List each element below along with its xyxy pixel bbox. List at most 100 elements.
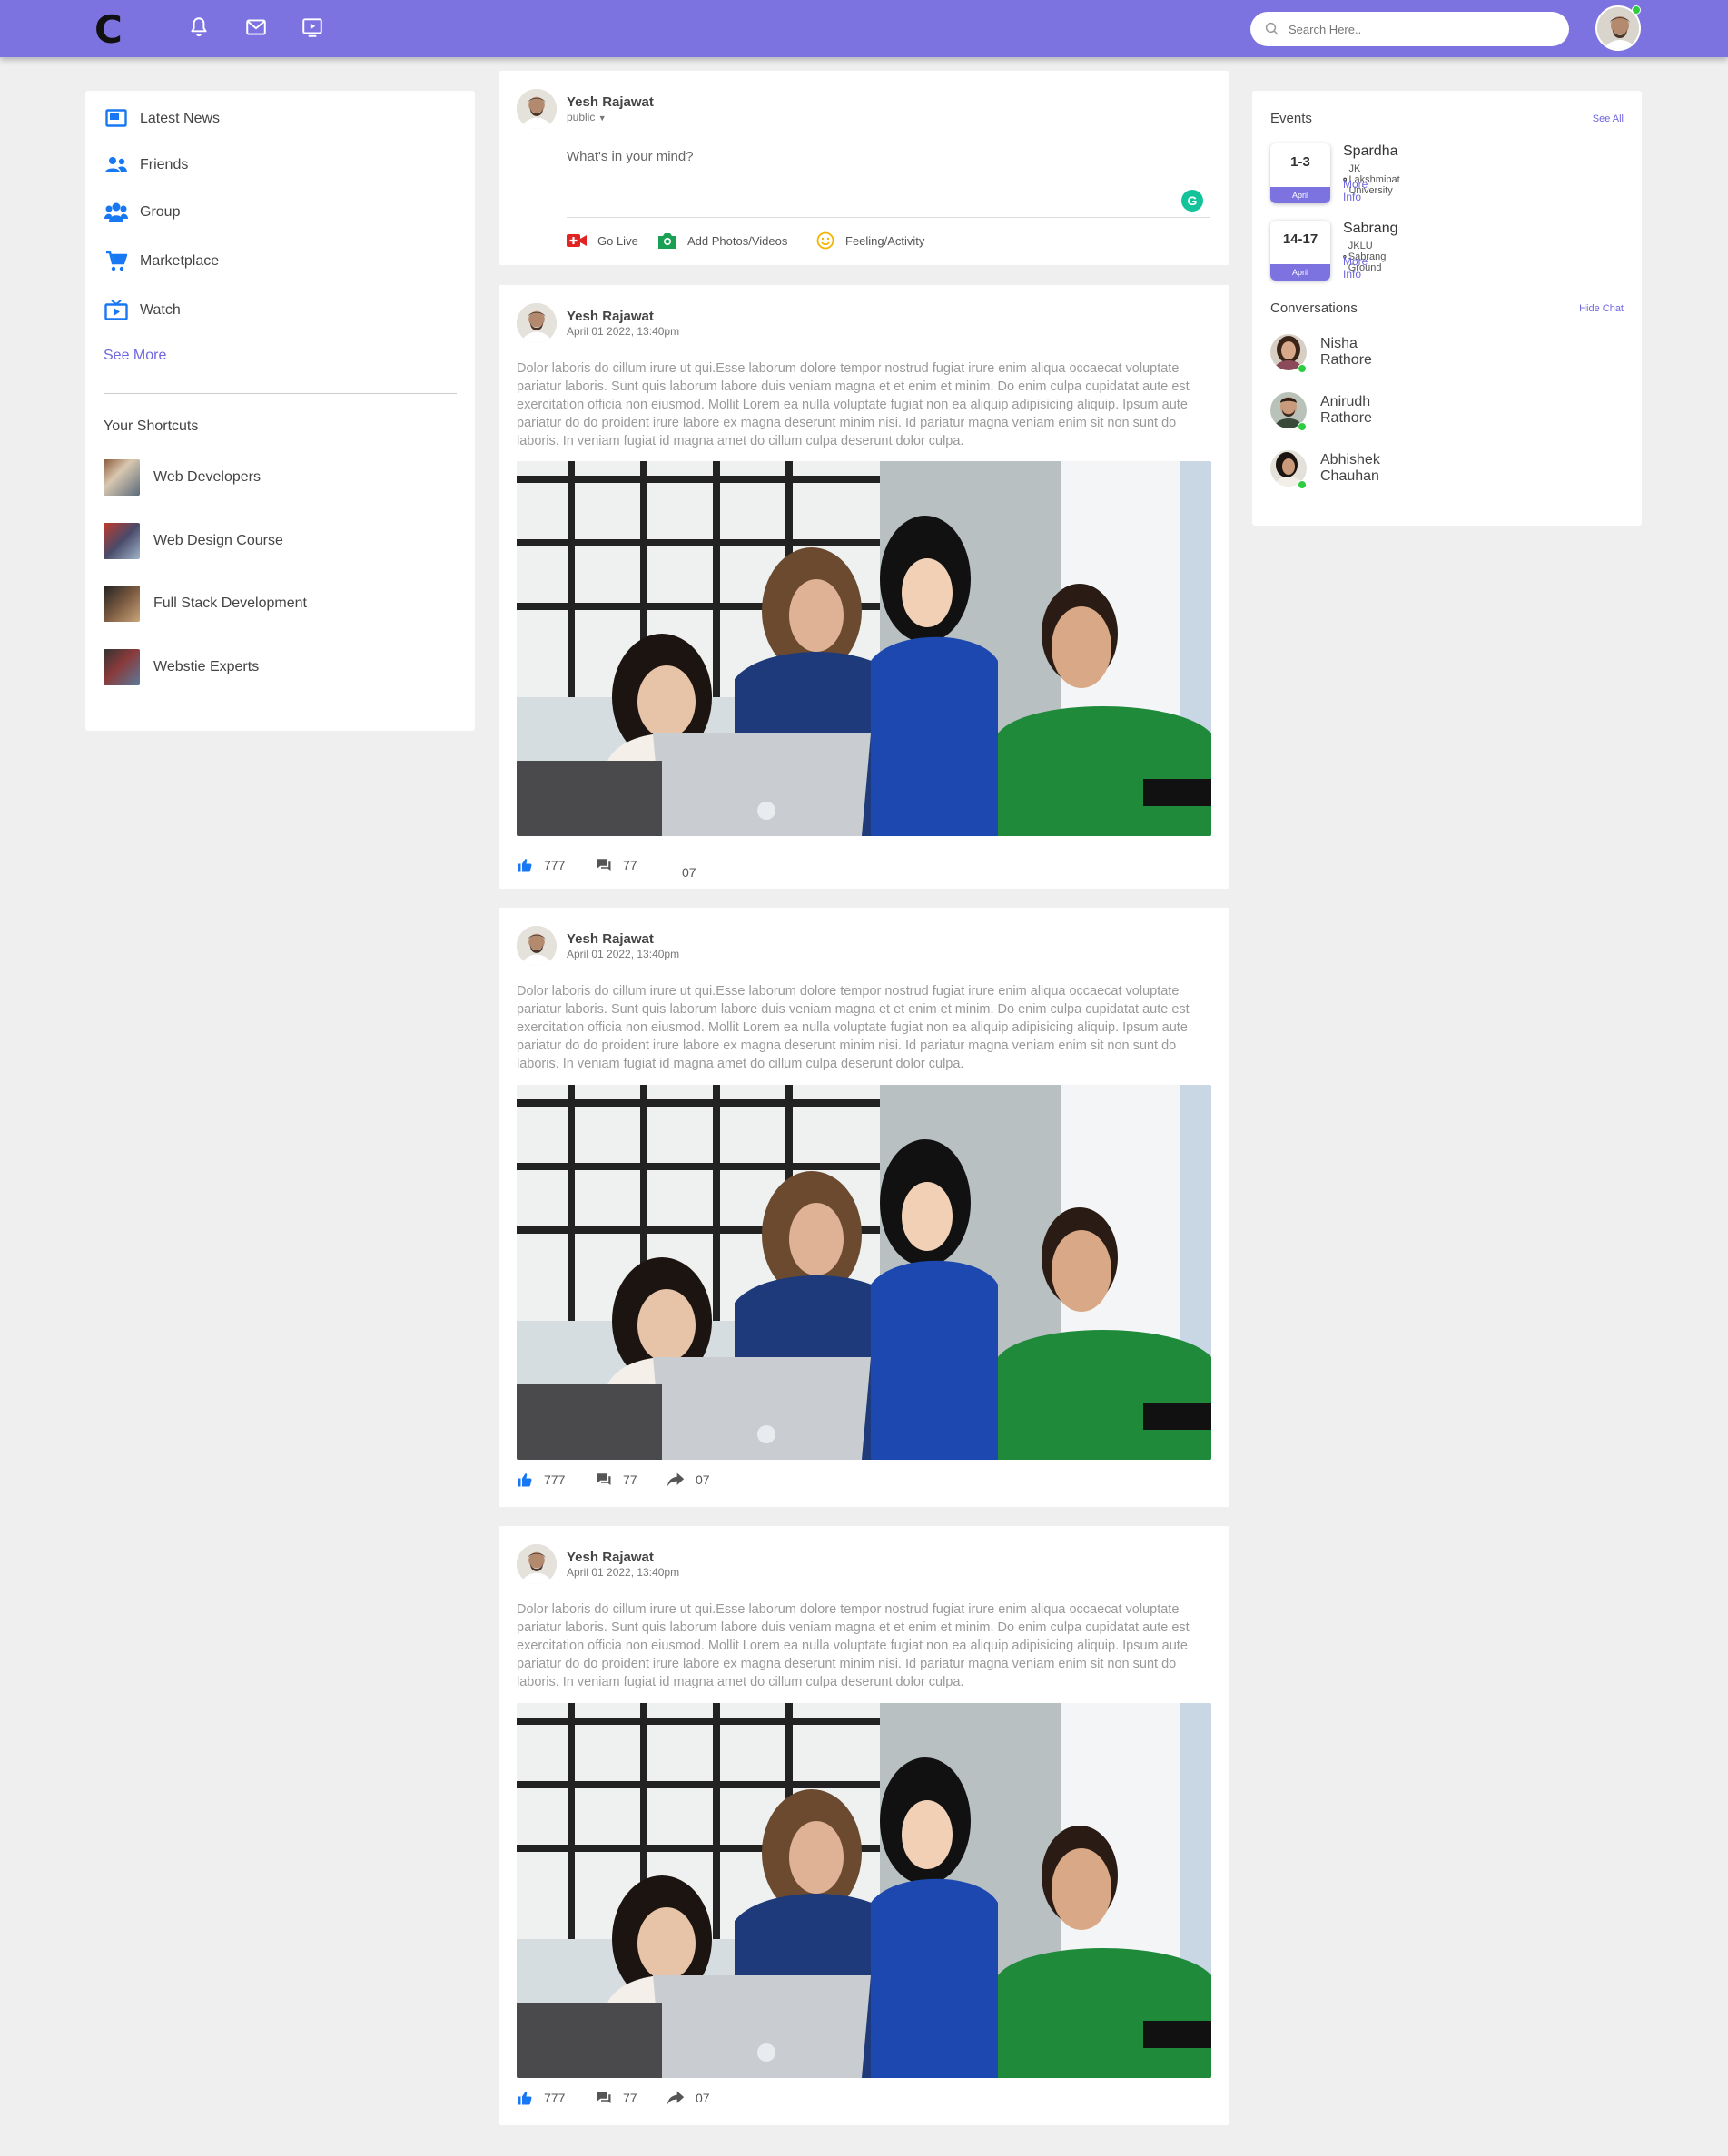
post-author[interactable]: Yesh Rajawat bbox=[567, 309, 654, 324]
shortcut-thumbnail bbox=[104, 523, 140, 559]
shortcut-thumbnail bbox=[104, 649, 140, 685]
feeling-activity-button[interactable]: Feeling/Activity bbox=[816, 231, 924, 251]
post-reactions: 777 77 07 bbox=[517, 1470, 1211, 1490]
online-status-dot bbox=[1632, 5, 1641, 15]
news-icon bbox=[104, 106, 129, 132]
share-count: 07 bbox=[696, 2091, 710, 2105]
thumbs-up-icon bbox=[518, 2092, 532, 2105]
share-button[interactable]: 07 bbox=[667, 2088, 710, 2108]
avatar[interactable] bbox=[517, 1544, 557, 1584]
shortcut-web-developers[interactable]: Web Developers bbox=[104, 458, 261, 497]
post-photo[interactable] bbox=[517, 461, 1211, 836]
bell-icon[interactable] bbox=[186, 15, 212, 39]
like-count: 777 bbox=[544, 2091, 566, 2105]
caret-down-icon: ▼ bbox=[597, 113, 607, 123]
like-button[interactable]: 777 bbox=[517, 1470, 565, 1490]
sidebar-item-latest-news[interactable]: Latest News bbox=[104, 103, 220, 134]
user-name[interactable]: Yesh Rajawat bbox=[567, 94, 654, 110]
action-label: Add Photos/Videos bbox=[687, 233, 788, 248]
share-button[interactable]: 07 bbox=[671, 862, 696, 882]
search-bar[interactable] bbox=[1250, 12, 1569, 46]
sidebar-item-label: Marketplace bbox=[140, 253, 220, 269]
post-card: Yesh Rajawat April 01 2022, 13:40pm Dolo… bbox=[499, 285, 1229, 889]
shortcut-label: Full Stack Development bbox=[153, 596, 307, 611]
avatar[interactable] bbox=[517, 89, 557, 129]
sidebar-item-marketplace[interactable]: Marketplace bbox=[104, 246, 219, 277]
add-photos-button[interactable]: Add Photos/Videos bbox=[658, 231, 787, 251]
see-more-link[interactable]: See More bbox=[104, 348, 166, 364]
shortcut-webstie-experts[interactable]: Webstie Experts bbox=[104, 648, 259, 686]
post-photo[interactable] bbox=[517, 1703, 1211, 2078]
privacy-selector[interactable]: public ▼ bbox=[567, 111, 607, 123]
shortcut-full-stack-development[interactable]: Full Stack Development bbox=[104, 585, 307, 623]
comment-count: 77 bbox=[623, 2091, 637, 2105]
sidebar-item-watch[interactable]: Watch bbox=[104, 295, 181, 326]
more-info-link[interactable]: More Info bbox=[1343, 178, 1368, 203]
event-date: 14-17 bbox=[1282, 231, 1318, 247]
app-logo[interactable]: C bbox=[94, 9, 123, 51]
post-card: Yesh Rajawat April 01 2022, 13:40pm Dolo… bbox=[499, 908, 1229, 1507]
comment-button[interactable]: 77 bbox=[596, 1470, 637, 1490]
avatar[interactable] bbox=[517, 303, 557, 343]
comment-button[interactable]: 77 bbox=[596, 2088, 637, 2108]
post-text: Dolor laboris do cillum irure ut qui.Ess… bbox=[517, 1602, 1190, 1689]
share-icon bbox=[667, 1472, 685, 1487]
comment-icon bbox=[597, 859, 611, 871]
shortcut-thumbnail bbox=[104, 459, 140, 496]
friends-icon bbox=[104, 153, 129, 178]
see-all-link[interactable]: See All bbox=[1593, 113, 1624, 124]
post-reactions: 777 77 07 bbox=[517, 855, 1211, 880]
event-date-box: 1-3 April bbox=[1270, 143, 1330, 203]
like-button[interactable]: 777 bbox=[517, 855, 565, 875]
post-input[interactable]: What's in your mind? bbox=[567, 149, 694, 164]
video-play-icon[interactable] bbox=[300, 15, 325, 39]
shortcut-thumbnail bbox=[104, 586, 140, 622]
sidebar-item-friends[interactable]: Friends bbox=[104, 150, 188, 181]
post-author[interactable]: Yesh Rajawat bbox=[567, 1550, 654, 1565]
contact-name: Anirudh Rathore bbox=[1320, 394, 1372, 426]
online-status-dot bbox=[1298, 422, 1307, 431]
event-name: Sabrang bbox=[1343, 221, 1398, 236]
event-name: Spardha bbox=[1343, 143, 1398, 159]
event-month: April bbox=[1270, 187, 1330, 203]
search-icon bbox=[1265, 22, 1279, 35]
sidebar-item-label: Friends bbox=[140, 157, 189, 172]
post-card: Yesh Rajawat April 01 2022, 13:40pm Dolo… bbox=[499, 1526, 1229, 2125]
tv-icon bbox=[104, 298, 129, 323]
sidebar-item-group[interactable]: Group bbox=[104, 197, 180, 228]
mail-icon[interactable] bbox=[243, 15, 269, 39]
post-text: Dolor laboris do cillum irure ut qui.Ess… bbox=[517, 984, 1190, 1071]
shortcut-web-design-course[interactable]: Web Design Course bbox=[104, 522, 283, 560]
like-count: 777 bbox=[544, 1472, 566, 1487]
camera-icon bbox=[658, 233, 676, 249]
post-timestamp: April 01 2022, 13:40pm bbox=[567, 325, 680, 338]
avatar[interactable] bbox=[517, 926, 557, 966]
grammarly-icon[interactable]: G bbox=[1181, 190, 1203, 212]
go-live-button[interactable]: Go Live bbox=[567, 231, 638, 251]
comment-button[interactable]: 77 bbox=[596, 855, 637, 875]
conversations-heading: Conversations bbox=[1270, 300, 1358, 316]
live-video-icon bbox=[567, 234, 587, 247]
action-label: Go Live bbox=[597, 233, 638, 248]
more-info-link[interactable]: More Info bbox=[1343, 255, 1368, 281]
thumbs-up-icon bbox=[518, 1473, 532, 1487]
search-input[interactable] bbox=[1289, 20, 1552, 38]
post-author[interactable]: Yesh Rajawat bbox=[567, 931, 654, 947]
privacy-label: public bbox=[567, 111, 596, 123]
contact-name: Nisha Rathore bbox=[1320, 336, 1372, 368]
hide-chat-link[interactable]: Hide Chat bbox=[1579, 303, 1624, 314]
like-button[interactable]: 777 bbox=[517, 2088, 565, 2108]
shortcut-label: Webstie Experts bbox=[153, 659, 260, 674]
post-timestamp: April 01 2022, 13:40pm bbox=[567, 1566, 680, 1579]
comment-icon bbox=[597, 1473, 611, 1485]
post-composer: Yesh Rajawat public ▼ What's in your min… bbox=[499, 71, 1229, 265]
share-button[interactable]: 07 bbox=[667, 1470, 710, 1490]
post-text: Dolor laboris do cillum irure ut qui.Ess… bbox=[517, 361, 1190, 448]
event-date-box: 14-17 April bbox=[1270, 221, 1330, 281]
events-heading: Events bbox=[1270, 111, 1312, 126]
divider bbox=[567, 217, 1210, 218]
left-sidebar: Latest News Friends Group Marketplace Wa… bbox=[85, 91, 475, 731]
post-photo[interactable] bbox=[517, 1085, 1211, 1460]
top-navbar: C bbox=[0, 0, 1728, 57]
event-date: 1-3 bbox=[1290, 154, 1310, 170]
